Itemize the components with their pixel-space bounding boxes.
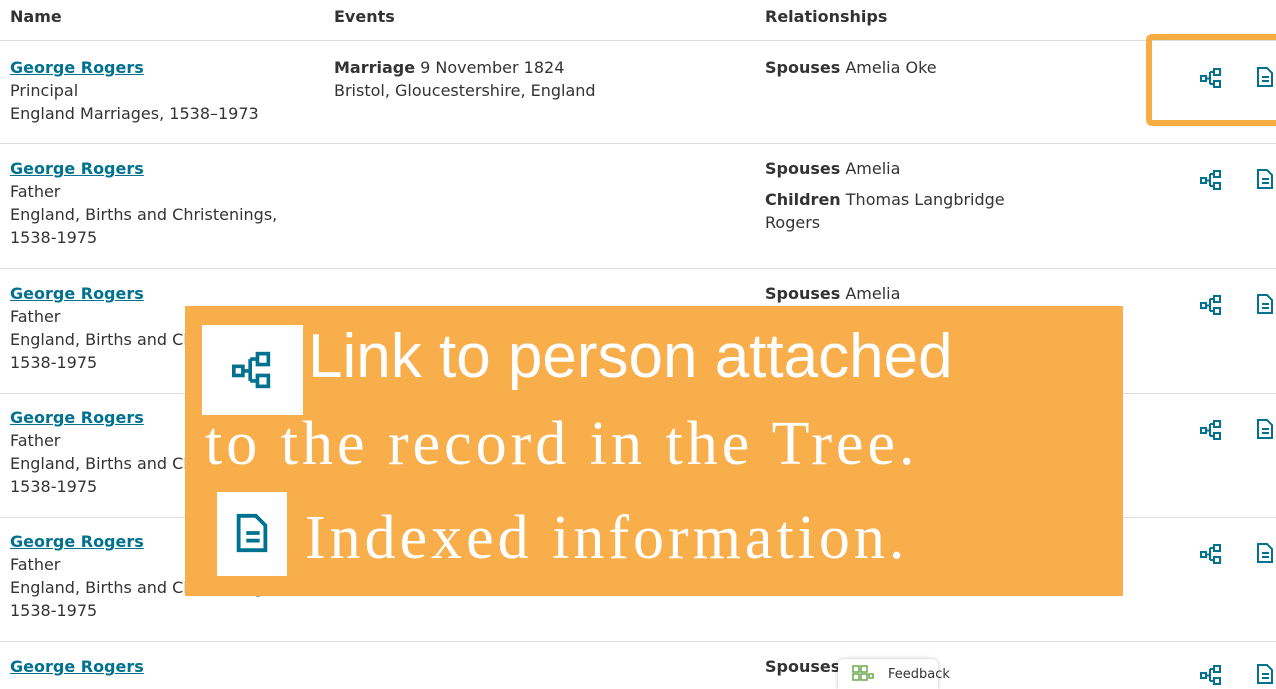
header-relationships: Relationships <box>765 7 888 26</box>
document-icon[interactable] <box>1254 542 1276 564</box>
document-icon <box>236 513 268 553</box>
overlay-line-3: Indexed information. <box>305 504 909 572</box>
table-row: George Rogers Principal England Marriage… <box>0 41 1276 144</box>
person-name-link[interactable]: George Rogers <box>10 157 300 180</box>
tree-link-icon[interactable] <box>1200 294 1222 316</box>
event-date: 9 November 1824 <box>420 58 565 77</box>
events-cell: Marriage 9 November 1824 Bristol, Glouces… <box>334 56 596 102</box>
relationships-cell: Spouses Amelia Children Thomas Langbridg… <box>765 157 1025 234</box>
person-name-link[interactable]: George Rogers <box>10 56 259 79</box>
name-cell: George Rogers <box>10 655 144 678</box>
overlay-line-1: Link to person attached <box>308 322 953 391</box>
relationships-cell: Spouses Amelia Oke <box>765 56 937 79</box>
header-events: Events <box>334 7 395 26</box>
event-place: Bristol, Gloucestershire, England <box>334 81 596 100</box>
event-type: Marriage <box>334 58 416 77</box>
tree-link-icon[interactable] <box>1200 664 1222 686</box>
person-name-link[interactable]: George Rogers <box>10 655 144 678</box>
table-row: George Rogers Father England, Births and… <box>0 143 1276 269</box>
person-role: Father <box>10 182 61 201</box>
tree-link-icon <box>232 351 271 389</box>
collection-name: England Marriages, 1538–1973 <box>10 104 259 123</box>
name-cell: George Rogers Principal England Marriage… <box>10 56 259 125</box>
document-icon[interactable] <box>1254 168 1276 190</box>
feedback-label: Feedback <box>888 667 950 682</box>
spouses-value: Amelia <box>845 284 901 303</box>
document-icon[interactable] <box>1254 293 1276 315</box>
annotation-overlay: Link to person attached to the record in… <box>185 306 1123 596</box>
header-name: Name <box>10 7 62 26</box>
spouses-label: Spouses <box>765 58 841 77</box>
table-header: Name Events Relationships <box>0 0 1276 41</box>
spouses-value: Amelia <box>845 159 901 178</box>
spouses-value: Amelia Oke <box>845 58 937 77</box>
spouses-label: Spouses <box>765 159 841 178</box>
spouses-label: Spouses <box>765 657 841 676</box>
document-icon[interactable] <box>1254 663 1276 685</box>
relationships-cell: Spouses <box>765 655 840 678</box>
collection-name: England, Births and Christenings, 1538-1… <box>10 205 278 247</box>
person-name-link[interactable]: George Rogers <box>10 282 300 305</box>
overlay-line-2: to the record in the Tree. <box>205 410 919 478</box>
name-cell: George Rogers Father England, Births and… <box>10 157 300 249</box>
spouses-label: Spouses <box>765 284 841 303</box>
document-icon[interactable] <box>1254 418 1276 440</box>
children-label: Children <box>765 190 841 209</box>
tree-link-icon[interactable] <box>1200 169 1222 191</box>
table-row: George Rogers Spouses <box>0 641 1276 685</box>
feedback-icon <box>852 665 874 681</box>
overlay-tree-icon-box <box>202 325 303 415</box>
person-role: Principal <box>10 81 79 100</box>
icons-highlight-box <box>1146 34 1276 126</box>
overlay-document-icon-box <box>217 492 287 576</box>
tree-link-icon[interactable] <box>1200 543 1222 565</box>
tree-link-icon[interactable] <box>1200 419 1222 441</box>
relationships-cell: Spouses Amelia <box>765 282 900 305</box>
